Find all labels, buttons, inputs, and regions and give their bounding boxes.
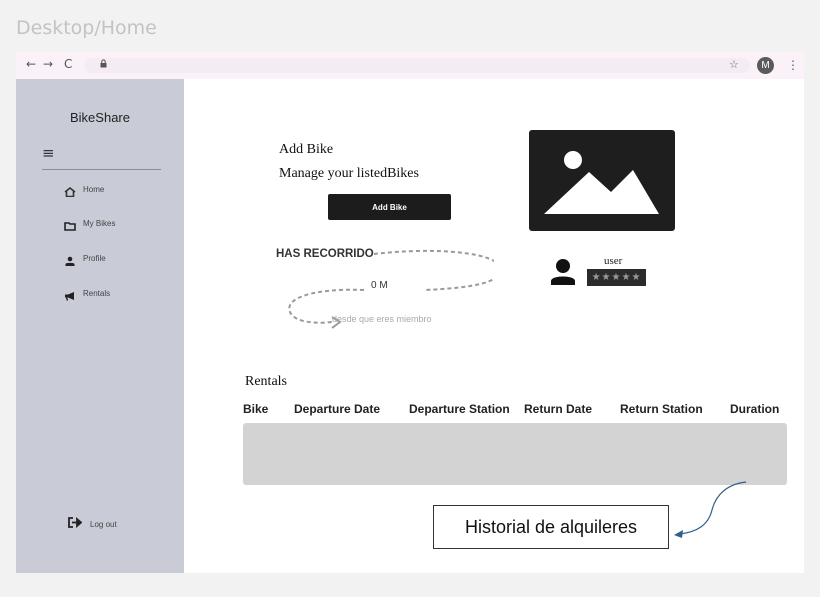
- folder-icon: [64, 218, 76, 231]
- frame-title: Desktop/Home: [16, 17, 157, 39]
- table-header-return-date: Return Date: [524, 402, 593, 416]
- annotation-arrow-icon: [674, 481, 747, 538]
- logout-label: Log out: [90, 519, 117, 529]
- table-header-departure-date: Departure Date: [294, 402, 381, 416]
- manage-bikes-text: Manage your listedBikes: [279, 166, 419, 181]
- address-bar[interactable]: [84, 58, 750, 73]
- lock-icon: [100, 59, 107, 70]
- user-icon: [64, 253, 76, 266]
- sidebar-item-my-bikes[interactable]: My Bikes: [64, 218, 116, 231]
- browser-menu-icon[interactable]: ⋮: [787, 58, 799, 72]
- logout-button[interactable]: Log out: [68, 515, 117, 533]
- sidebar-item-home[interactable]: Home: [64, 184, 105, 198]
- reload-icon[interactable]: C: [64, 57, 72, 71]
- browser-toolbar: ← → C ☆ M ⋮: [16, 52, 804, 79]
- rentals-section-title: Rentals: [245, 374, 287, 389]
- sidebar-item-label: My Bikes: [83, 218, 116, 228]
- sidebar-item-label: Home: [83, 184, 105, 194]
- profile-avatar[interactable]: M: [757, 57, 774, 74]
- table-header-return-station: Return Station: [620, 402, 703, 416]
- annotation-callout: Historial de alquileres: [433, 505, 669, 549]
- hamburger-menu-icon[interactable]: ≡: [42, 144, 55, 162]
- logout-icon: [68, 515, 83, 533]
- sidebar: BikeShare ≡ Home My Bikes Profile Rental…: [16, 79, 184, 573]
- sidebar-divider: [42, 169, 161, 170]
- table-header-bike: Bike: [243, 402, 269, 416]
- sidebar-item-label: Profile: [83, 253, 106, 263]
- table-header-duration: Duration: [730, 402, 780, 416]
- table-header-departure-station: Departure Station: [409, 402, 510, 416]
- sidebar-item-label: Rentals: [83, 288, 111, 298]
- back-icon[interactable]: ←: [26, 57, 36, 71]
- brand-logo-text: BikeShare: [70, 110, 130, 125]
- add-bike-title: Add Bike: [279, 142, 334, 157]
- sidebar-item-profile[interactable]: Profile: [64, 253, 106, 266]
- distance-value: 0 M: [371, 280, 388, 291]
- user-avatar-icon: [549, 257, 577, 290]
- forward-icon[interactable]: →: [43, 57, 53, 71]
- bookmark-star-icon[interactable]: ☆: [729, 58, 739, 71]
- user-rating-stars: ★★★★★: [587, 269, 646, 286]
- megaphone-icon: [64, 288, 76, 301]
- add-bike-button[interactable]: Add Bike: [328, 194, 451, 220]
- image-placeholder-icon: [529, 130, 675, 231]
- sidebar-item-rentals[interactable]: Rentals: [64, 288, 111, 301]
- user-name: user: [604, 255, 623, 267]
- member-since-text: desde que eres miembro: [332, 314, 432, 324]
- home-icon: [64, 184, 76, 198]
- rentals-table-body: [243, 423, 787, 485]
